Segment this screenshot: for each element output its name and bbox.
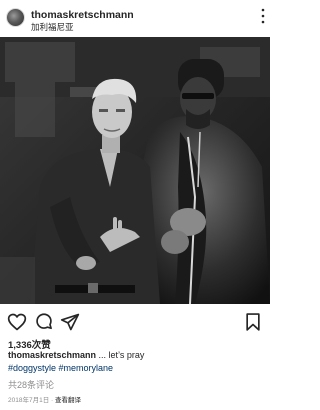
post-header: thomaskretschmann 加利福尼亚 <box>0 0 270 34</box>
caption-hashtags[interactable]: #doggystyle #memorylane <box>8 363 113 373</box>
view-comments-link[interactable]: 共28条评论 <box>8 378 54 391</box>
photo-image <box>0 37 270 304</box>
caption-username[interactable]: thomaskretschmann <box>8 350 96 360</box>
avatar[interactable] <box>6 8 25 27</box>
post-caption: thomaskretschmann ... let’s pray <box>8 350 144 360</box>
caption-text: ... let’s pray <box>96 350 145 360</box>
more-vertical-icon[interactable] <box>259 5 267 27</box>
post-date: 2018年7月1日 <box>8 397 50 404</box>
see-translation-link[interactable]: 查看翻译 <box>55 397 81 404</box>
post-actions <box>0 310 270 332</box>
post-meta: 2018年7月1日 · 查看翻译 <box>8 394 81 404</box>
like-count[interactable]: 1,336次赞 <box>8 337 51 351</box>
bookmark-icon[interactable] <box>243 312 263 332</box>
send-icon[interactable] <box>60 312 80 332</box>
post-location[interactable]: 加利福尼亚 <box>31 21 74 33</box>
post-photo[interactable] <box>0 37 270 304</box>
post-username[interactable]: thomaskretschmann <box>31 9 134 21</box>
comment-bubble-icon[interactable] <box>34 312 54 332</box>
heart-icon[interactable] <box>7 312 27 332</box>
